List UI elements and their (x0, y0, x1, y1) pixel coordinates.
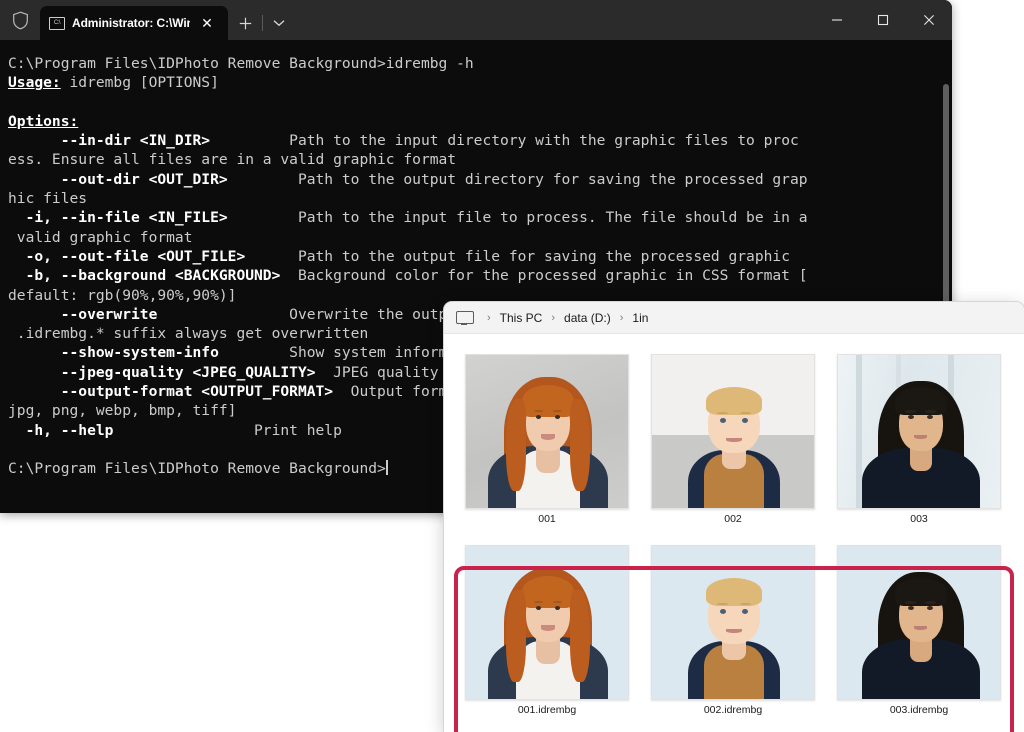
terminal-tab-title: Administrator: C:\Windows\Sy (72, 16, 190, 30)
terminal-line-prompt-final: C:\Program Files\IDPhoto Remove Backgrou… (8, 460, 386, 477)
opt-in-dir-flag: --in-dir <IN_DIR> (8, 132, 210, 149)
opt-sysinfo-flag: --show-system-info (8, 344, 219, 361)
file-label-001: 001 (538, 513, 556, 526)
file-explorer-window: › This PC › data (D:) › 1in (444, 302, 1024, 732)
opt-background-wrap: default: rgb(90%,90%,90%)] (8, 287, 236, 304)
opt-overwrite-wrap: .idrembg.* suffix always get overwritten (8, 325, 368, 342)
opt-background-desc: Background color for the processed graph… (280, 267, 807, 284)
opt-out-file-desc: Path to the output file for saving the p… (245, 248, 790, 265)
opt-outfmt-flag: --output-format <OUTPUT_FORMAT> (8, 383, 333, 400)
opt-help-desc: Print help (113, 422, 341, 439)
usage-rest: idrembg [OPTIONS] (61, 74, 219, 91)
opt-help-flag: -h, --help (8, 422, 113, 439)
breadcrumb-separator-0: › (480, 312, 498, 324)
cmd-prompt-icon: C:\ (49, 17, 65, 30)
thumbnail-002-idrembg[interactable] (651, 545, 815, 700)
opt-in-file-desc: Path to the input file to process. The f… (228, 209, 808, 226)
opt-in-dir-wrap: ess. Ensure all files are in a valid gra… (8, 151, 456, 168)
breadcrumb-separator-1: › (544, 312, 562, 324)
window-controls (814, 0, 952, 40)
opt-outfmt-wrap: jpg, png, webp, bmp, tiff] (8, 402, 236, 419)
opt-out-dir-flag: --out-dir <OUT_DIR> (8, 171, 228, 188)
screen: C:\ Administrator: C:\Windows\Sy ✕ (0, 0, 1024, 732)
opt-in-file-wrap: valid graphic format (8, 229, 193, 246)
close-button[interactable] (906, 0, 952, 40)
usage-label: Usage: (8, 74, 61, 91)
address-bar[interactable]: › This PC › data (D:) › 1in (444, 302, 1024, 334)
opt-background-flag: -b, --background <BACKGROUND> (8, 267, 280, 284)
file-tile-001[interactable]: 001 (458, 354, 636, 526)
thumbnail-003[interactable] (837, 354, 1001, 509)
new-tab-button[interactable] (228, 6, 262, 40)
terminal-cursor (386, 460, 388, 475)
file-row-processed: 001.idrembg (444, 545, 1024, 717)
thumbnail-003-idrembg[interactable] (837, 545, 1001, 700)
opt-in-file-flag: -i, --in-file <IN_FILE> (8, 209, 228, 226)
thumbnail-001-idrembg[interactable] (465, 545, 629, 700)
file-label-003: 003 (910, 513, 928, 526)
breadcrumb-item-1in[interactable]: 1in (632, 311, 648, 325)
terminal-tab[interactable]: C:\ Administrator: C:\Windows\Sy ✕ (40, 6, 228, 40)
file-row-originals: 001 (444, 354, 1024, 526)
breadcrumb-separator-2: › (613, 312, 631, 324)
file-label-002: 002 (724, 513, 742, 526)
terminal-line-prompt-cmd: C:\Program Files\IDPhoto Remove Backgrou… (8, 55, 474, 72)
minimize-button[interactable] (814, 0, 860, 40)
file-tile-002-idrembg[interactable]: 002.idrembg (644, 545, 822, 717)
thumbnail-001[interactable] (465, 354, 629, 509)
opt-out-file-flag: -o, --out-file <OUT_FILE> (8, 248, 245, 265)
breadcrumb-item-this-pc[interactable]: This PC (500, 311, 543, 325)
file-tile-003-idrembg[interactable]: 003.idrembg (830, 545, 1008, 717)
file-label-002-idrembg: 002.idrembg (704, 704, 762, 717)
file-tile-001-idrembg[interactable]: 001.idrembg (458, 545, 636, 717)
opt-out-dir-desc: Path to the output directory for saving … (228, 171, 808, 188)
chevron-down-icon[interactable] (263, 6, 295, 40)
monitor-icon (456, 311, 472, 325)
file-label-001-idrembg: 001.idrembg (518, 704, 576, 717)
shield-icon (0, 0, 40, 40)
opt-out-dir-wrap: hic files (8, 190, 87, 207)
options-label: Options: (8, 113, 78, 130)
opt-in-dir-desc: Path to the input directory with the gra… (210, 132, 799, 149)
terminal-titlebar: C:\ Administrator: C:\Windows\Sy ✕ (0, 0, 952, 40)
close-icon[interactable]: ✕ (197, 13, 217, 33)
breadcrumb-item-data-d[interactable]: data (D:) (564, 311, 611, 325)
maximize-button[interactable] (860, 0, 906, 40)
opt-overwrite-flag: --overwrite (8, 306, 157, 323)
opt-jpeg-flag: --jpeg-quality <JPEG_QUALITY> (8, 364, 316, 381)
file-label-003-idrembg: 003.idrembg (890, 704, 948, 717)
file-tile-002[interactable]: 002 (644, 354, 822, 526)
file-grid: 001 (444, 334, 1024, 732)
thumbnail-002[interactable] (651, 354, 815, 509)
file-tile-003[interactable]: 003 (830, 354, 1008, 526)
